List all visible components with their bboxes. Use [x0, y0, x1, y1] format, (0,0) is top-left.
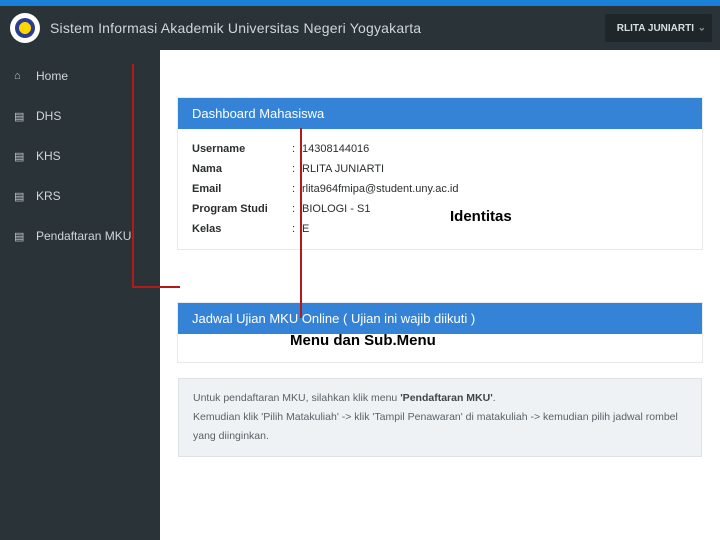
file-icon: ▤	[14, 190, 26, 203]
identity-row-prodi: Program Studi : BIOLOGI - S1	[192, 199, 688, 219]
sidebar-item-label: Home	[36, 69, 68, 83]
sidebar: ⌂ Home ▤ DHS ▤ KHS ▤ KRS ▤ Pendaftaran M…	[0, 50, 160, 540]
main-content: Dashboard Mahasiswa Username : 143081440…	[160, 50, 720, 540]
sidebar-item-krs[interactable]: ▤ KRS	[0, 176, 160, 216]
annotation-line-menu	[132, 64, 134, 288]
home-icon: ⌂	[14, 70, 26, 82]
identity-label: Email	[192, 183, 292, 195]
info-line-1: Untuk pendaftaran MKU, silahkan klik men…	[193, 389, 687, 408]
identity-value: rlita964fmipa@student.uny.ac.id	[302, 183, 688, 195]
identity-row-nama: Nama : RLITA JUNIARTI	[192, 159, 688, 179]
info-box: Untuk pendaftaran MKU, silahkan klik men…	[178, 378, 702, 457]
dashboard-panel-title: Dashboard Mahasiswa	[178, 98, 702, 129]
user-name-label: RLITA JUNIARTI	[617, 23, 694, 34]
file-icon: ▤	[14, 150, 26, 163]
info-line-2: Kemudian klik 'Pilih Matakuliah' -> klik…	[193, 408, 687, 446]
sidebar-item-pendaftaran-mku[interactable]: ▤ Pendaftaran MKU	[0, 216, 160, 256]
sidebar-item-label: KRS	[36, 189, 61, 203]
annotation-line-identitas	[300, 128, 302, 318]
identity-row-kelas: Kelas : E	[192, 219, 688, 239]
sidebar-item-label: DHS	[36, 109, 61, 123]
identity-row-username: Username : 14308144016	[192, 139, 688, 159]
identity-label: Nama	[192, 163, 292, 175]
chevron-down-icon: ⌄	[698, 23, 706, 34]
identity-label: Program Studi	[192, 203, 292, 215]
file-icon: ▤	[14, 230, 26, 243]
file-icon: ▤	[14, 110, 26, 123]
app-logo	[10, 13, 40, 43]
annotation-arrow-menu	[132, 286, 180, 288]
identity-label: Kelas	[192, 223, 292, 235]
jadwal-panel: Jadwal Ujian MKU Online ( Ujian ini waji…	[178, 303, 702, 362]
app-header: Sistem Informasi Akademik Universitas Ne…	[0, 6, 720, 50]
identity-value: 14308144016	[302, 143, 688, 155]
app-title: Sistem Informasi Akademik Universitas Ne…	[50, 20, 421, 36]
annotation-label-identitas: Identitas	[450, 208, 570, 236]
sidebar-item-home[interactable]: ⌂ Home	[0, 56, 160, 96]
identity-table: Username : 14308144016 Nama : RLITA JUNI…	[178, 129, 702, 249]
sidebar-item-label: KHS	[36, 149, 61, 163]
identity-value: RLITA JUNIARTI	[302, 163, 688, 175]
annotation-label-menu-submenu: Menu dan Sub.Menu	[290, 332, 436, 349]
sidebar-item-dhs[interactable]: ▤ DHS	[0, 96, 160, 136]
jadwal-panel-title: Jadwal Ujian MKU Online ( Ujian ini waji…	[178, 303, 702, 334]
dashboard-panel: Dashboard Mahasiswa Username : 143081440…	[178, 98, 702, 249]
sidebar-item-khs[interactable]: ▤ KHS	[0, 136, 160, 176]
user-menu[interactable]: RLITA JUNIARTI ⌄	[605, 14, 712, 42]
identity-label: Username	[192, 143, 292, 155]
sidebar-item-label: Pendaftaran MKU	[36, 229, 131, 243]
identity-row-email: Email : rlita964fmipa@student.uny.ac.id	[192, 179, 688, 199]
